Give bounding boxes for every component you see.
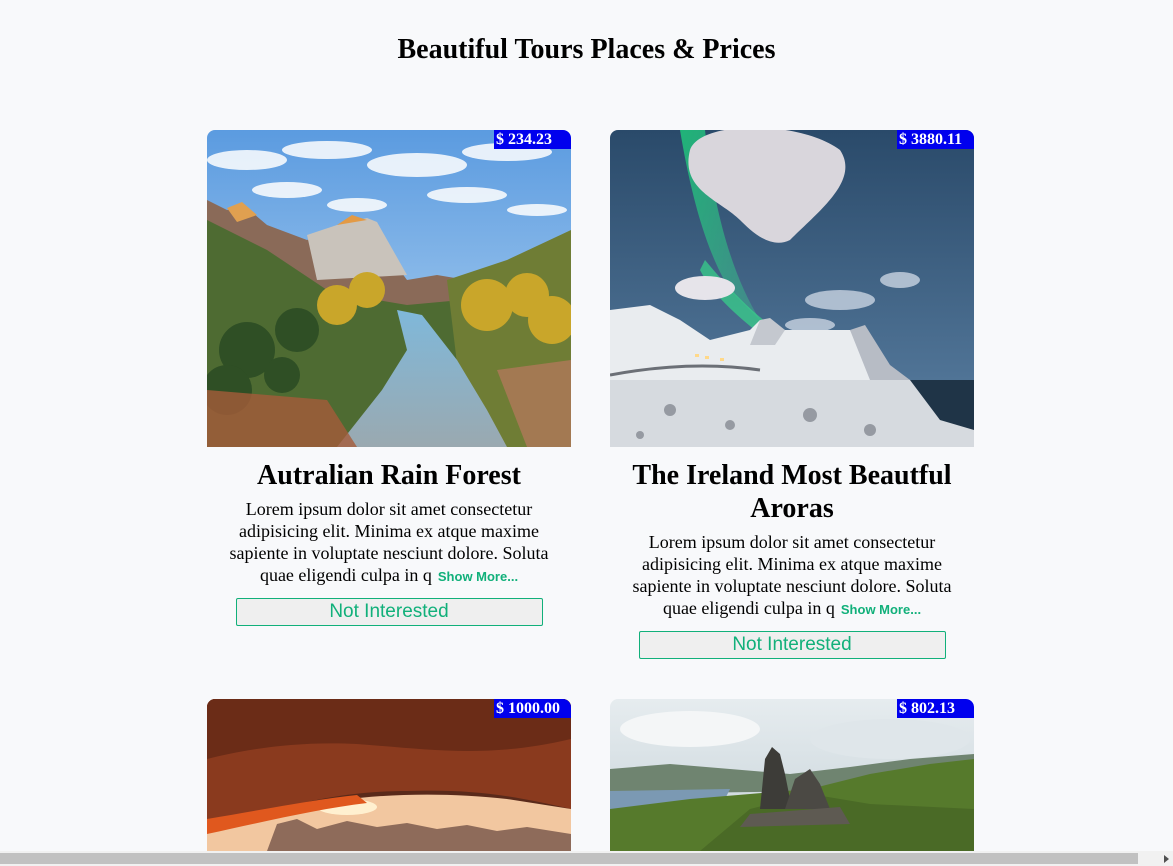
tour-image: $ 1000.00 xyxy=(207,699,571,851)
tour-card: $ 802.13 xyxy=(610,699,974,851)
page-title: Beautiful Tours Places & Prices xyxy=(397,34,776,65)
tour-card: $ 234.23 Autralian Rain Forest Lorem ips… xyxy=(207,130,571,626)
tour-card: $ 1000.00 xyxy=(207,699,571,851)
show-more-link[interactable]: Show More... xyxy=(438,569,518,584)
scrollbar-thumb[interactable] xyxy=(0,853,1138,864)
price-tag: $ 1000.00 xyxy=(494,699,571,718)
not-interested-button[interactable]: Not Interested xyxy=(235,598,543,626)
tour-description: Lorem ipsum dolor sit amet consectetur a… xyxy=(217,498,561,588)
scroll-right-arrow-icon[interactable] xyxy=(1164,855,1169,863)
show-more-link[interactable]: Show More... xyxy=(841,602,921,617)
tour-title: Autralian Rain Forest xyxy=(257,460,521,491)
price-tag: $ 3880.11 xyxy=(897,130,974,149)
tour-title: The Ireland Most Beautful Aroras xyxy=(632,460,952,524)
horizontal-scrollbar[interactable] xyxy=(0,851,1173,866)
tour-image: $ 802.13 xyxy=(610,699,974,851)
price-tag: $ 802.13 xyxy=(897,699,974,718)
tour-description: Lorem ipsum dolor sit amet consectetur a… xyxy=(620,531,964,621)
tour-image: $ 234.23 xyxy=(207,130,571,447)
price-tag: $ 234.23 xyxy=(494,130,571,149)
tour-card: $ 3880.11 The Ireland Most Beautful Aror… xyxy=(610,130,974,659)
not-interested-button[interactable]: Not Interested xyxy=(638,631,946,659)
tour-image: $ 3880.11 xyxy=(610,130,974,447)
